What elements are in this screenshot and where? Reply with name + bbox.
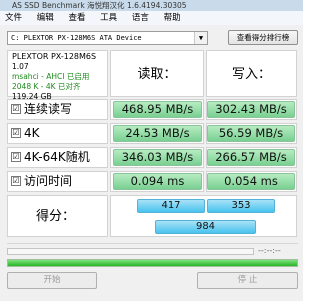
drive-alignment: 2048 K - 4K 已对齐 xyxy=(12,82,81,91)
elapsed-time: --:--:-- xyxy=(258,246,281,255)
row-label-4k-64k[interactable]: ☑ 4K-64K随机 xyxy=(7,147,108,168)
menu-file[interactable]: 文件 xyxy=(5,13,22,23)
drive-firmware: 1.07 xyxy=(12,62,29,71)
start-button[interactable]: 开始 xyxy=(7,272,97,289)
read-score: 417 xyxy=(137,199,205,213)
read-result-sequential: 468.95 MB/s xyxy=(113,101,202,118)
read-result-4k: 24.53 MB/s xyxy=(113,125,202,142)
test-progress-bar xyxy=(7,248,254,255)
drive-select-value: C: PLEXTOR PX-128M6S ATA Device xyxy=(11,34,142,42)
drive-info-panel: PLEXTOR PX-128M6S 1.07 msahci - AHCI 已启用… xyxy=(7,50,108,101)
row-label-text: 访问时间 xyxy=(24,174,73,188)
read-result-4k-64k: 346.03 MB/s xyxy=(113,149,202,166)
divider xyxy=(7,243,298,244)
menu-language[interactable]: 语言 xyxy=(132,13,149,23)
drive-model: PLEXTOR PX-128M6S xyxy=(12,52,97,61)
write-score: 353 xyxy=(207,199,275,213)
score-label: 得分： xyxy=(7,195,108,237)
write-result-access-time: 0.054 ms xyxy=(207,173,295,190)
drive-driver: msahci - AHCI 已启用 xyxy=(12,72,90,81)
read-result-access-time: 0.094 ms xyxy=(113,173,202,190)
row-label-access-time[interactable]: ☑ 访问时间 xyxy=(7,171,108,192)
menu-view[interactable]: 查看 xyxy=(68,13,85,23)
write-column-header: 写入： xyxy=(206,50,297,97)
score-ranking-button[interactable]: 查看得分排行榜 xyxy=(228,30,298,45)
window-title: AS SSD Benchmark 海悦翔汉化 1.6.4194.30305 xyxy=(0,0,303,11)
menu-tools[interactable]: 工具 xyxy=(100,13,117,23)
stop-button[interactable]: 停 止 xyxy=(197,272,298,289)
row-label-text: 4K-64K随机 xyxy=(24,150,90,164)
write-result-sequential: 302.43 MB/s xyxy=(207,101,295,118)
menu-bar: 文件 编辑 查看 工具 语言 帮助 xyxy=(0,11,303,25)
row-label-sequential[interactable]: ☑ 连续读写 xyxy=(7,99,108,120)
checkbox-access-time[interactable]: ☑ xyxy=(11,175,21,186)
write-result-4k: 56.59 MB/s xyxy=(207,125,295,142)
checkbox-4k-64k[interactable]: ☑ xyxy=(11,151,21,162)
menu-help[interactable]: 帮助 xyxy=(164,13,181,23)
total-score: 984 xyxy=(155,220,256,234)
row-label-text: 4K xyxy=(24,126,40,140)
drive-select[interactable]: C: PLEXTOR PX-128M6S ATA Device ▼ xyxy=(7,31,208,45)
checkbox-4k[interactable]: ☑ xyxy=(11,127,21,138)
total-progress-bar xyxy=(7,259,298,267)
row-label-4k[interactable]: ☑ 4K xyxy=(7,123,108,144)
write-result-4k-64k: 266.57 MB/s xyxy=(207,149,295,166)
chevron-down-icon[interactable]: ▼ xyxy=(194,32,207,44)
read-column-header: 读取： xyxy=(110,50,204,97)
checkbox-sequential[interactable]: ☑ xyxy=(11,103,21,114)
menu-edit[interactable]: 编辑 xyxy=(37,13,54,23)
progress-fill xyxy=(8,260,297,266)
row-label-text: 连续读写 xyxy=(24,102,73,116)
